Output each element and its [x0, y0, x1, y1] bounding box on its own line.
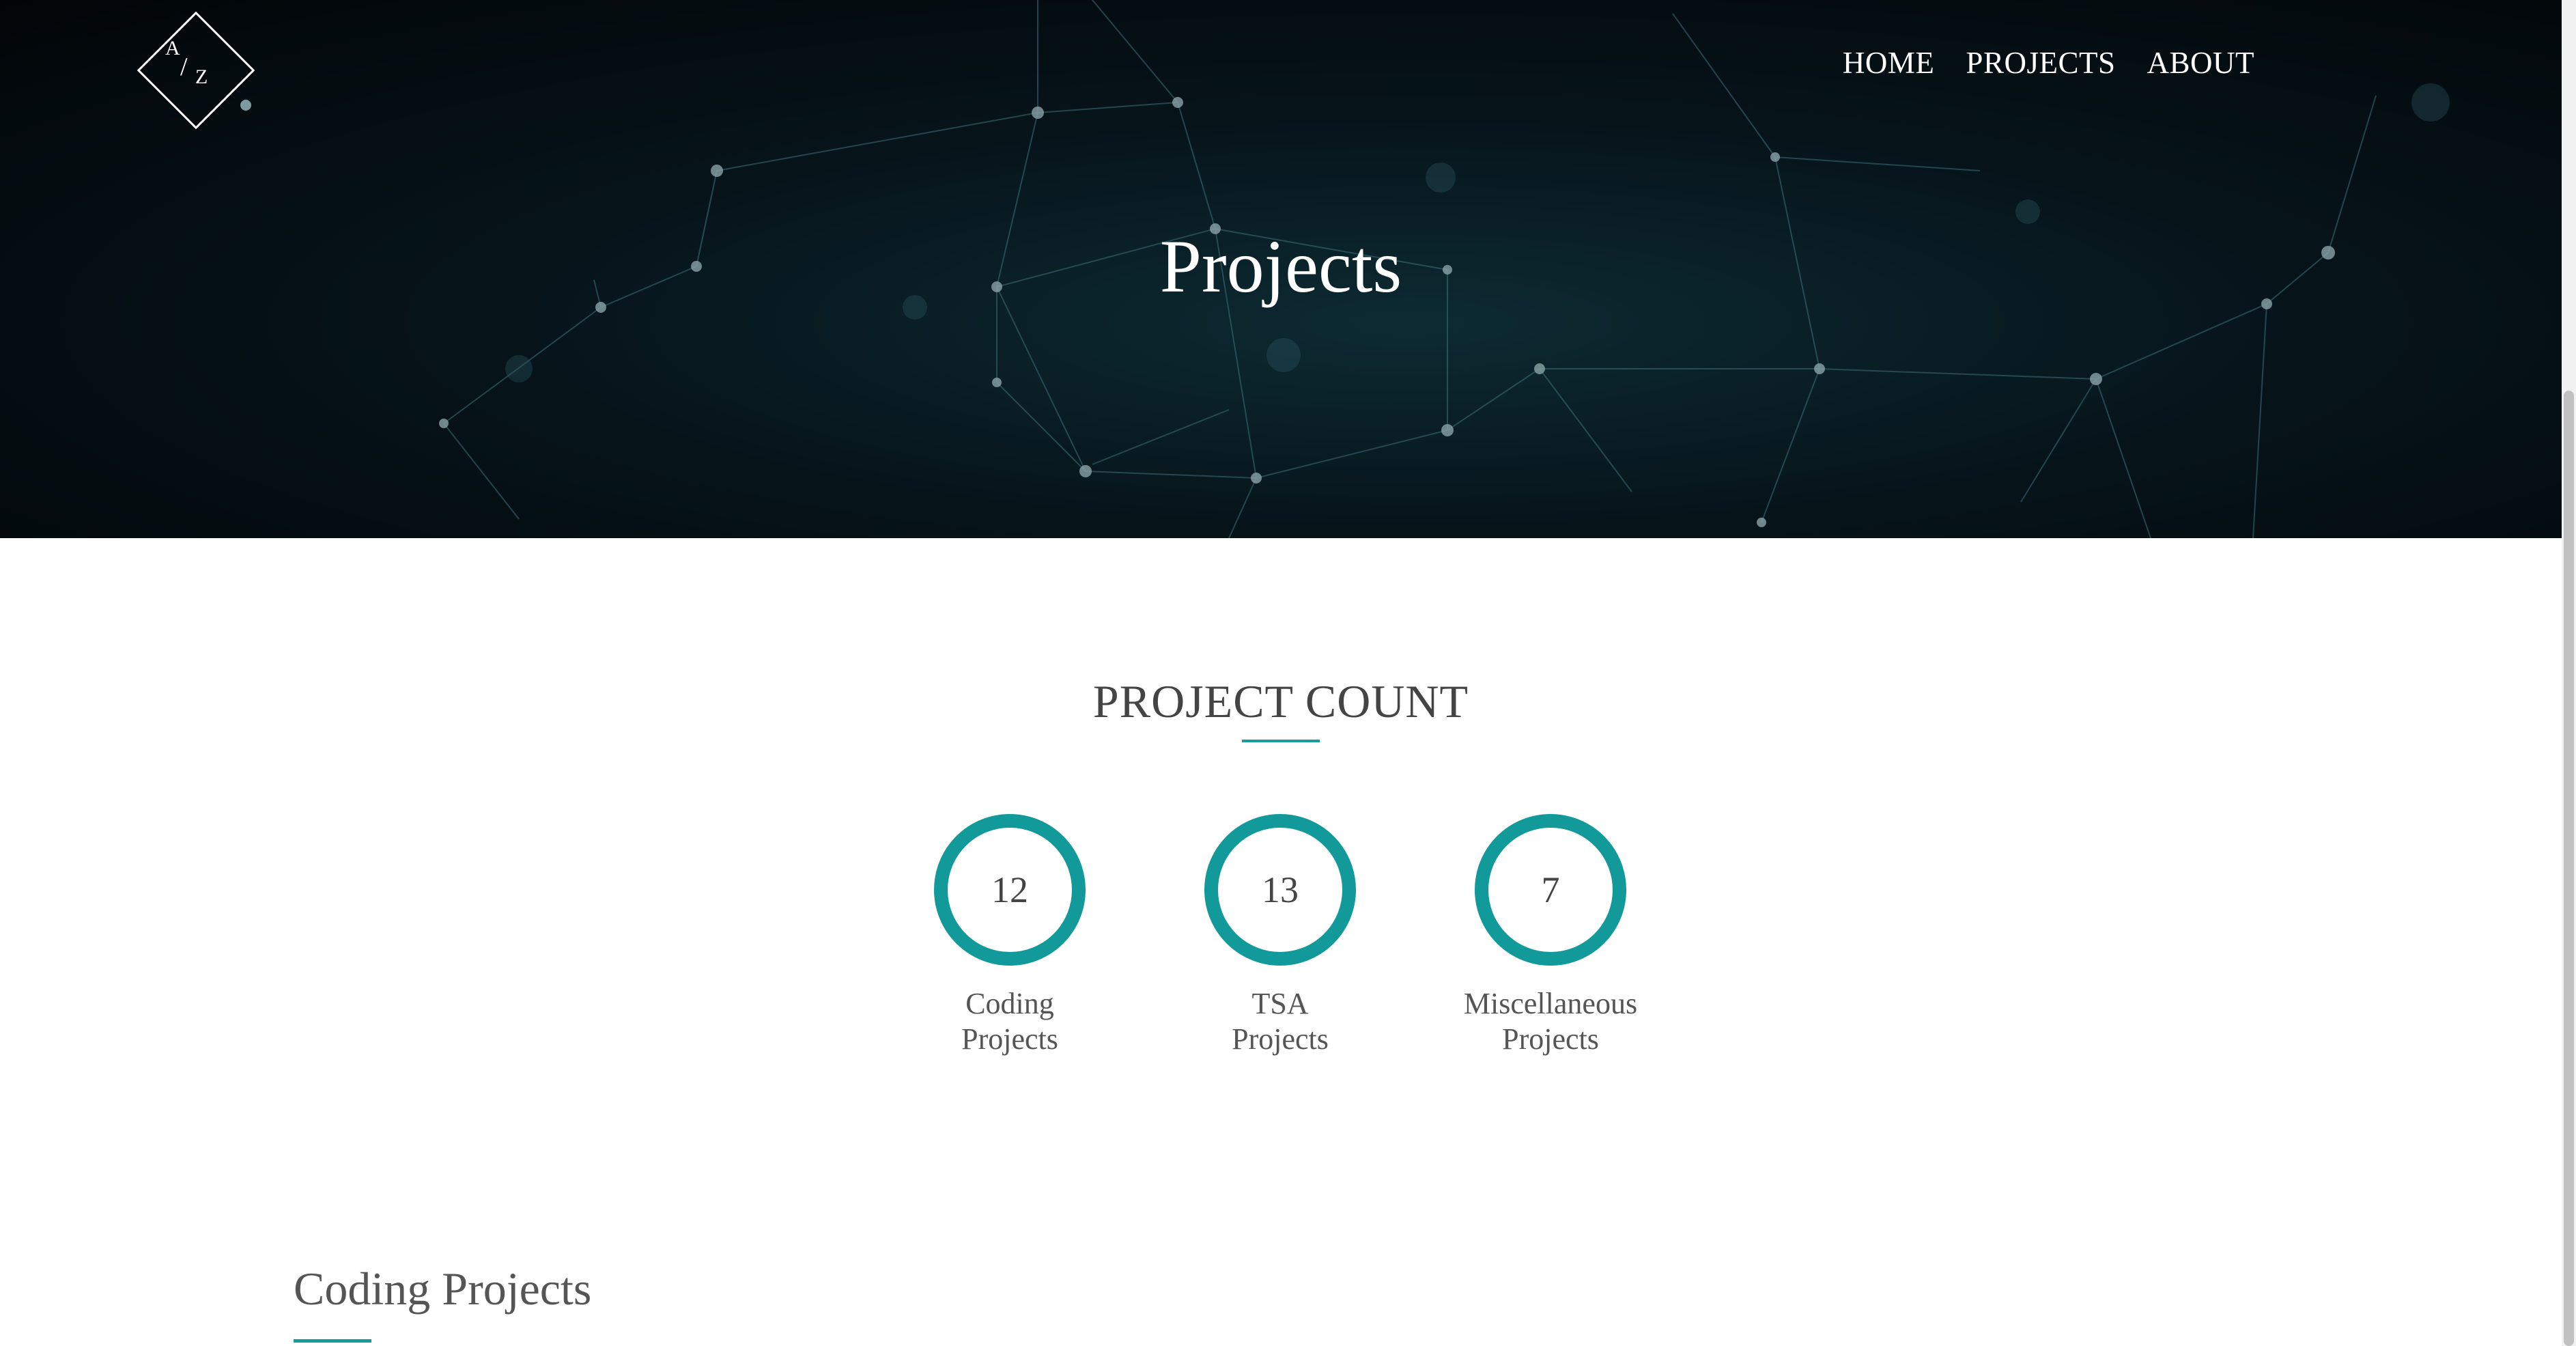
- counter-value: 13: [1262, 869, 1299, 910]
- counter-tsa-projects: 13 TSA Projects: [1178, 814, 1383, 1057]
- counter-ring: 7: [1475, 814, 1626, 966]
- counter-ring: 13: [1204, 814, 1356, 966]
- decorative-dot: [240, 100, 251, 111]
- hero-banner: A / Z HOME PROJECTS ABOUT Projects: [0, 0, 2562, 538]
- nav-link-about[interactable]: ABOUT: [2147, 45, 2255, 81]
- counter-label-line1: Coding: [965, 987, 1054, 1020]
- logo-monogram: A / Z: [128, 3, 250, 124]
- logo-letter-z: Z: [195, 66, 208, 88]
- counter-label-line2: Projects: [1232, 1022, 1329, 1056]
- counter-label-line1: TSA: [1251, 987, 1309, 1020]
- counter-coding-projects: 12 Coding Projects: [907, 814, 1112, 1057]
- nav-link-home[interactable]: HOME: [1843, 45, 1935, 81]
- counter-ring: 12: [934, 814, 1086, 966]
- scrollbar-thumb[interactable]: [2564, 391, 2574, 1346]
- counter-label-line1: Miscellaneous: [1463, 987, 1638, 1020]
- page: A / Z HOME PROJECTS ABOUT Projects PROJE…: [0, 0, 2576, 1346]
- counter-label: Miscellaneous Projects: [1448, 986, 1653, 1057]
- vertical-scrollbar[interactable]: [2562, 0, 2576, 1346]
- counter-label: TSA Projects: [1178, 986, 1383, 1057]
- logo-letter-a: A: [165, 37, 180, 59]
- logo-slash: /: [180, 53, 188, 81]
- counter-miscellaneous-projects: 7 Miscellaneous Projects: [1448, 814, 1653, 1057]
- site-logo[interactable]: A / Z: [128, 3, 255, 130]
- page-title: Projects: [1159, 225, 1402, 308]
- coding-projects-heading: Coding Projects: [294, 1263, 592, 1315]
- counter-label-line2: Projects: [1502, 1022, 1599, 1056]
- counter-value: 12: [991, 869, 1028, 910]
- project-count-heading: PROJECT COUNT: [1092, 675, 1469, 727]
- main-navigation: HOME PROJECTS ABOUT: [1843, 45, 2254, 81]
- counter-value: 7: [1541, 869, 1560, 910]
- nav-link-projects[interactable]: PROJECTS: [1966, 45, 2115, 81]
- heading-underline: [1242, 740, 1320, 742]
- heading-underline: [294, 1339, 371, 1343]
- counter-label-line2: Projects: [961, 1022, 1058, 1056]
- counter-label: Coding Projects: [907, 986, 1112, 1057]
